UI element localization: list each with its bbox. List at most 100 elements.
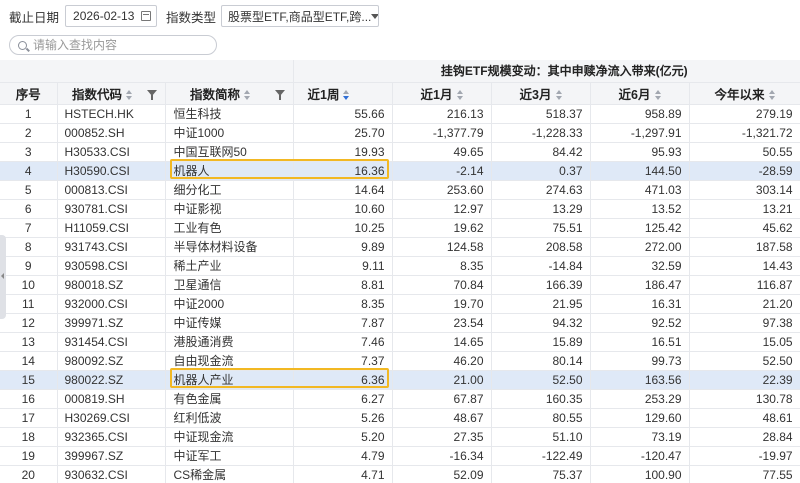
table-row[interactable]: 20 930632.CSI CS稀金属 4.71 52.09 75.37 100.90 77.…	[0, 465, 800, 483]
table-row[interactable]: 2 000852.SH 中证1000 25.70 -1,377.79 -1,228.33-…	[0, 123, 800, 143]
col-ytd[interactable]: 今年以来	[689, 82, 800, 105]
col-name-label: 指数简称	[190, 87, 241, 102]
m6-cell: 99.73	[590, 351, 690, 371]
table-row[interactable]: 8 931743.CSI 半导体材料设备 9.89 124.58 208.58 272.00…	[0, 237, 800, 257]
table-row[interactable]: 12 399971.SZ 中证传媒 7.87 23.54 94.32 92.52 97.38	[0, 313, 800, 333]
name-cell: 半导体材料设备	[165, 237, 294, 257]
w1-cell: 55.66	[293, 104, 393, 124]
table-row[interactable]: 16 000819.SH 有色金属 6.27 67.87 160.35 253.29 130.…	[0, 389, 800, 409]
w1-cell: 4.71	[293, 465, 393, 483]
m1-cell: 19.62	[392, 218, 492, 238]
seq-cell: 6	[0, 199, 58, 219]
col-m1[interactable]: 近1月	[392, 82, 492, 105]
w1-cell: 8.81	[293, 275, 393, 295]
data-table-container: 挂钩ETF规模变动：其中申赎净流入带来(亿元) 序号 指数代码 指数简称 近1周…	[0, 60, 800, 483]
seq-cell: 12	[0, 313, 58, 333]
m3-cell: -14.84	[491, 256, 591, 276]
ytd-cell: 116.87	[689, 275, 800, 295]
w1-cell: 9.11	[293, 256, 393, 276]
date-picker[interactable]: 2026-02-13	[65, 5, 158, 27]
table-row[interactable]: 17 H30269.CSI 红利低波 5.26 48.67 80.55 129.60 48.6…	[0, 408, 800, 428]
table-row[interactable]: 15 980022.SZ 机器人产业 6.36 21.00 52.50 163.56 22.3…	[0, 370, 800, 390]
code-cell: 930632.CSI	[57, 465, 166, 483]
table-row[interactable]: 4 H30590.CSI 机器人 16.36 -2.14 0.37 144.50 -28.59	[0, 161, 800, 181]
sort-icon[interactable]	[126, 90, 132, 101]
w1-cell: 10.25	[293, 218, 393, 238]
m6-cell: 125.42	[590, 218, 690, 238]
filter-icon[interactable]	[274, 89, 285, 100]
sort-icon[interactable]	[555, 90, 562, 101]
name-cell: CS稀金属	[165, 465, 294, 483]
ytd-cell: 22.39	[689, 370, 800, 390]
ytd-cell: 13.21	[689, 199, 800, 219]
m3-cell: 52.50	[491, 370, 591, 390]
ytd-cell: 21.20	[689, 294, 800, 314]
table-row[interactable]: 19 399967.SZ 中证军工 4.79 -16.34 -122.49 -120.47-…	[0, 446, 800, 466]
seq-cell: 7	[0, 218, 58, 238]
m6-cell: 100.90	[590, 465, 690, 483]
col-m6[interactable]: 近6月	[590, 82, 690, 105]
ytd-cell: 303.14	[689, 180, 800, 200]
table-row[interactable]: 9 930598.CSI 稀土产业 9.11 8.35 -14.84 32.59 14.43	[0, 256, 800, 276]
table-row[interactable]: 14 980092.SZ 自由现金流 7.37 46.20 80.14 99.73 52.50	[0, 351, 800, 371]
table-row[interactable]: 18 932365.CSI 中证现金流 5.20 27.35 51.10 73.19 28.8…	[0, 427, 800, 447]
col-m3[interactable]: 近3月	[491, 82, 591, 105]
sort-icon[interactable]	[456, 90, 463, 101]
m1-cell: 46.20	[392, 351, 492, 371]
seq-cell: 15	[0, 370, 58, 390]
col-code[interactable]: 指数代码	[57, 82, 166, 105]
code-cell: H11059.CSI	[57, 218, 166, 238]
filter-icon[interactable]	[146, 89, 157, 100]
table-row[interactable]: 11 932000.CSI 中证2000 8.35 19.70 21.95 16.31 21.…	[0, 294, 800, 314]
m1-cell: 49.65	[392, 142, 492, 162]
code-cell: 000819.SH	[57, 389, 166, 409]
name-cell: 机器人产业	[165, 370, 294, 390]
table-row[interactable]: 3 H30533.CSI 中国互联网50 19.93 49.65 84.42 95.93 50…	[0, 142, 800, 162]
m3-cell: 80.14	[491, 351, 591, 371]
m6-cell: 16.31	[590, 294, 690, 314]
m3-cell: 75.51	[491, 218, 591, 238]
w1-cell: 16.36	[293, 161, 393, 181]
sort-icon[interactable]	[244, 90, 251, 101]
col-name[interactable]: 指数简称	[165, 82, 294, 105]
search-input[interactable]	[33, 38, 203, 52]
name-cell: 自由现金流	[165, 351, 294, 371]
sort-desc-icon[interactable]	[343, 90, 350, 101]
table-row[interactable]: 5 000813.CSI 细分化工 14.64 253.60 274.63 471.03 30…	[0, 180, 800, 200]
m3-cell: 75.37	[491, 465, 591, 483]
sort-icon[interactable]	[654, 90, 661, 101]
m1-cell: 70.84	[392, 275, 492, 295]
w1-cell: 6.36	[293, 370, 393, 390]
m1-cell: 19.70	[392, 294, 492, 314]
m1-cell: 21.00	[392, 370, 492, 390]
table-row[interactable]: 1 HSTECH.HK 恒生科技 55.66 216.13 518.37 958.89 279…	[0, 104, 800, 124]
chevron-down-icon[interactable]	[371, 13, 379, 19]
m6-cell: 163.56	[590, 370, 690, 390]
code-cell: 980022.SZ	[57, 370, 166, 390]
table-row[interactable]: 10 980018.SZ 卫星通信 8.81 70.84 166.39 186.47 116.…	[0, 275, 800, 295]
m1-cell: 23.54	[392, 313, 492, 333]
code-cell: 930598.CSI	[57, 256, 166, 276]
table-row[interactable]: 7 H11059.CSI 工业有色 10.25 19.62 75.51 125.42 45.6…	[0, 218, 800, 238]
name-cell: 机器人	[165, 161, 294, 181]
index-type-select[interactable]: 股票型ETF,商品型ETF,跨...	[221, 5, 380, 27]
w1-cell: 5.26	[293, 408, 393, 428]
name-cell: 恒生科技	[165, 104, 294, 124]
col-w1[interactable]: 近1周	[293, 82, 393, 105]
name-cell: 中国互联网50	[165, 142, 294, 162]
table-row[interactable]: 13 931454.CSI 港股通消费 7.46 14.65 15.89 16.51 15.0…	[0, 332, 800, 352]
m3-cell: 0.37	[491, 161, 591, 181]
code-cell: 932000.CSI	[57, 294, 166, 314]
table-row[interactable]: 6 930781.CSI 中证影视 10.60 12.97 13.29 13.52 13.21	[0, 199, 800, 219]
m3-cell: 13.29	[491, 199, 591, 219]
search-box[interactable]	[9, 35, 217, 55]
sort-icon[interactable]	[768, 90, 775, 101]
m6-cell: -1,297.91	[590, 123, 690, 143]
side-collapse-handle[interactable]	[0, 235, 6, 319]
w1-cell: 7.46	[293, 332, 393, 352]
calendar-icon[interactable]	[141, 11, 152, 21]
col-m1-label: 近1月	[420, 87, 453, 102]
m6-cell: 253.29	[590, 389, 690, 409]
m3-cell: -122.49	[491, 446, 591, 466]
m1-cell: 8.35	[392, 256, 492, 276]
